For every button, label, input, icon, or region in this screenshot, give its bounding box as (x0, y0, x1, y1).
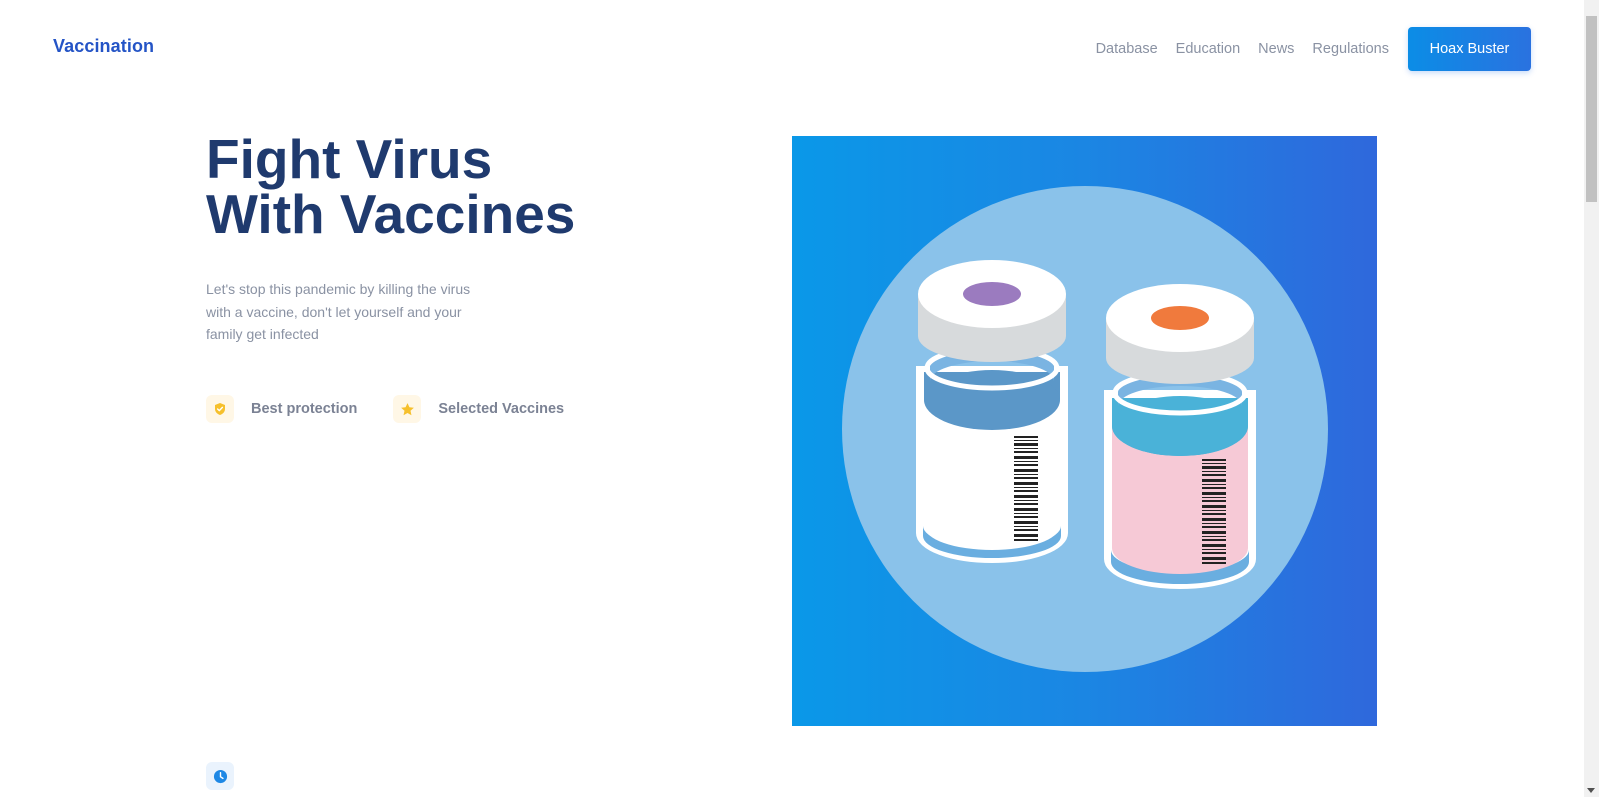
hero-title-line-2: With Vaccines (206, 183, 576, 245)
feature-best-protection: Best protection (206, 395, 357, 423)
clock-icon (206, 762, 234, 790)
page-scrollbar[interactable] (1584, 0, 1599, 797)
vial-left (916, 260, 1068, 563)
brand-logo[interactable]: Vaccination (53, 36, 154, 57)
scrollbar-thumb[interactable] (1586, 16, 1597, 202)
hero-title: Fight Virus With Vaccines (206, 132, 575, 242)
vial-right (1104, 284, 1256, 589)
hero-subtitle: Let's stop this pandemic by killing the … (206, 281, 471, 342)
main-nav: Database Education News Regulations Hoax… (1096, 27, 1531, 71)
shield-icon (206, 395, 234, 423)
nav-link-regulations[interactable]: Regulations (1312, 41, 1389, 57)
feature-selected-vaccines: Selected Vaccines (393, 395, 564, 423)
feature-label-best-protection: Best protection (251, 401, 358, 417)
nav-link-news[interactable]: News (1258, 41, 1294, 57)
hero-title-line-1: Fight Virus (206, 128, 493, 190)
feature-list: Best protection Selected Vaccines (206, 395, 600, 423)
hoax-buster-button[interactable]: Hoax Buster (1408, 27, 1531, 71)
nav-link-database[interactable]: Database (1096, 41, 1158, 57)
feature-label-selected-vaccines: Selected Vaccines (438, 401, 565, 417)
star-icon (393, 395, 422, 423)
vaccine-vials-illustration (792, 136, 1377, 726)
scroll-down-arrow-icon[interactable] (1587, 788, 1595, 793)
nav-link-education[interactable]: Education (1176, 41, 1241, 57)
